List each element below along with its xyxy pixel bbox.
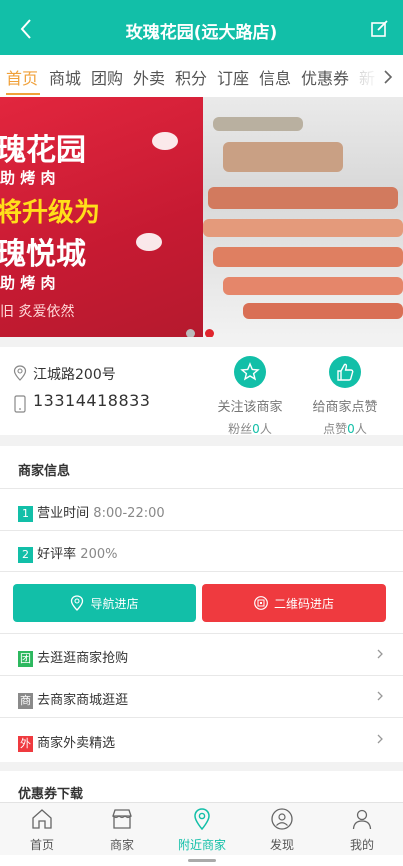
active-tab-indicator [6,93,40,95]
home-indicator[interactable] [188,859,216,862]
chevron-left-icon[interactable] [10,14,40,44]
merchant-info-section: 商家信息 1 营业时间 8:00-22:00 2 好评率 200% 导航进店 二… [0,446,403,762]
tab-group-buy[interactable]: 团购 [91,65,123,89]
tab-coupons[interactable]: 优惠券 [301,65,349,89]
location-pin-icon [71,595,84,611]
mall-link[interactable]: 商 去商家商城逛逛 [18,689,128,709]
bottom-navigation: 首页 商家 附近商家 发现 我的 [0,802,403,855]
like-label: 给商家点赞 [312,400,378,415]
tab-mall[interactable]: 商城 [49,65,81,89]
navigate-to-store-button[interactable]: 导航进店 [13,584,196,622]
banner-food-photo [203,97,403,337]
nav-mine[interactable]: 我的 [322,807,402,853]
store-phone[interactable]: 13314418833 [33,391,150,410]
edit-icon[interactable] [369,19,389,39]
chevron-right-icon [377,691,383,701]
logo-swirl-icon [136,233,162,251]
thumbs-up-icon [337,363,354,381]
top-bar: 玫瑰花园(远大路店) [0,0,403,62]
banner-ad-image: 瑰花园 助 烤 肉 将升级为 瑰悦城 助 烤 肉 旧 炙爱依然 [0,97,203,337]
banner-carousel[interactable]: 瑰花园 助 烤 肉 将升级为 瑰悦城 助 烤 肉 旧 炙爱依然 [0,97,403,337]
category-tabs: 首页 商城 团购 外卖 积分 订座 信息 优惠券 新 [0,55,403,97]
tab-info[interactable]: 信息 [259,65,291,89]
follow-label: 关注该商家 [217,400,283,415]
phone-icon [14,395,26,413]
nav-discover[interactable]: 发现 [242,807,322,853]
user-icon [352,809,372,830]
like-store-button[interactable]: 给商家点赞 点赞0人 [300,356,390,437]
fans-count: 粉丝0人 [228,422,272,436]
location-icon [194,808,210,831]
chevron-right-icon [377,734,383,744]
section-title: 商家信息 [18,464,71,479]
nav-merchants[interactable]: 商家 [82,807,162,853]
takeout-link[interactable]: 外 商家外卖精选 [18,732,115,752]
store-info-card: 江城路200号 13314418833 关注该商家 粉丝0人 给商家点赞 点赞0… [0,347,403,437]
tab-takeout[interactable]: 外卖 [133,65,165,89]
qrcode-enter-button[interactable]: 二维码进店 [202,584,386,622]
location-pin-icon [13,365,27,381]
qrcode-icon [254,596,268,610]
likes-count: 点赞0人 [323,422,367,436]
rating: 2 好评率 200% [18,543,117,563]
discover-icon [271,808,293,830]
page-title: 玫瑰花园(远大路店) [125,23,278,43]
carousel-dots [186,323,224,337]
store-address[interactable]: 江城路200号 [33,364,116,384]
tab-home[interactable]: 首页 [6,65,38,89]
group-buy-link[interactable]: 团 去逛逛商家抢购 [18,647,128,667]
follow-store-button[interactable]: 关注该商家 粉丝0人 [205,356,295,437]
section-title: 优惠券下载 [18,787,84,802]
carousel-dot-active[interactable] [205,329,214,337]
more-tabs-button[interactable] [377,55,403,97]
nav-home[interactable]: 首页 [2,807,82,853]
nav-nearby[interactable]: 附近商家 [162,807,242,853]
business-hours: 1 营业时间 8:00-22:00 [18,502,165,522]
store-icon [112,809,132,829]
logo-swirl-icon [152,132,178,150]
tab-reservation[interactable]: 订座 [217,65,249,89]
home-icon [32,809,52,829]
tab-points[interactable]: 积分 [175,65,207,89]
carousel-dot[interactable] [186,329,195,337]
chevron-right-icon [377,649,383,659]
star-icon [240,362,260,381]
chevron-right-icon [384,70,393,84]
coupons-section: 优惠券下载 [0,771,403,803]
